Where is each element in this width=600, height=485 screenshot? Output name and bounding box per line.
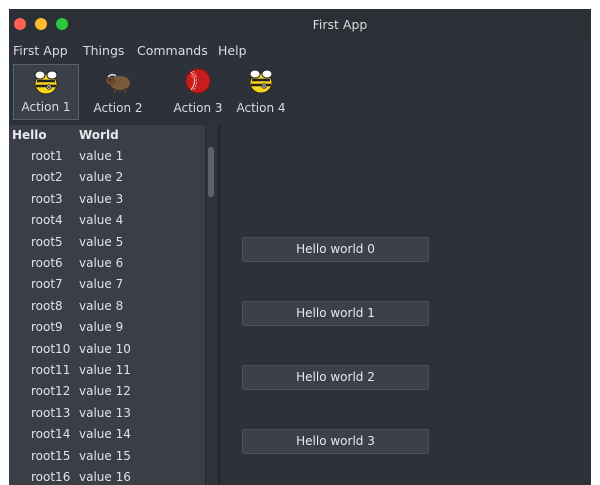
- tree-row[interactable]: root12 value 12: [9, 380, 206, 401]
- tree-row-value: value 10: [79, 341, 131, 356]
- tree-row-name: root13: [31, 405, 71, 420]
- column-header-world[interactable]: World: [79, 128, 119, 142]
- tree-row[interactable]: root15 value 15: [9, 445, 206, 466]
- tree-row[interactable]: root14 value 14: [9, 423, 206, 444]
- title-bar: First App: [9, 9, 591, 40]
- tree-row[interactable]: root13 value 13: [9, 402, 206, 423]
- tree-row-name: root10: [31, 341, 71, 356]
- action-2-label: Action 2: [93, 101, 143, 115]
- tree-row-name: root14: [31, 427, 71, 442]
- action-4-label: Action 4: [236, 101, 286, 115]
- tree-row-value: value 14: [79, 427, 131, 442]
- tree-row-value: value 5: [79, 234, 124, 249]
- splitter-handle[interactable]: [218, 125, 220, 485]
- tree-row[interactable]: root16 value 16: [9, 466, 206, 485]
- hello-world-2-button[interactable]: Hello world 2: [242, 365, 429, 390]
- tree-row-value: value 4: [79, 213, 124, 228]
- tree-row-name: root9: [31, 320, 63, 335]
- tree-row[interactable]: root8 value 8: [9, 295, 206, 316]
- tree-row[interactable]: root1 value 1: [9, 145, 206, 166]
- tree-row-value: value 2: [79, 170, 124, 185]
- tree-row-value: value 1: [79, 149, 124, 163]
- column-header-hello[interactable]: Hello: [12, 128, 47, 142]
- tree-row-value: value 16: [79, 470, 131, 484]
- tree-row[interactable]: root4 value 4: [9, 209, 206, 230]
- tree-row[interactable]: root9 value 9: [9, 316, 206, 337]
- app-window: First App First App Things Commands Help…: [9, 9, 591, 485]
- tree-row[interactable]: root10 value 10: [9, 338, 206, 359]
- tree-row[interactable]: root7 value 7: [9, 273, 206, 294]
- cricket-ball-icon: [185, 68, 211, 94]
- tree-row-value: value 9: [79, 320, 124, 335]
- yak-icon: [106, 73, 130, 93]
- bee-icon: [34, 70, 58, 95]
- tree-row-name: root7: [31, 277, 63, 292]
- action-1-button[interactable]: Action 1: [13, 64, 79, 120]
- tree-row-name: root1: [31, 149, 63, 163]
- action-3-button[interactable]: Action 3: [165, 64, 231, 120]
- tree-header: Hello World: [9, 125, 206, 145]
- menu-commands[interactable]: Commands: [137, 43, 208, 58]
- tree-row-name: root5: [31, 234, 63, 249]
- menu-help[interactable]: Help: [218, 43, 247, 58]
- tree-row-value: value 13: [79, 405, 131, 420]
- scrollbar-thumb[interactable]: [208, 147, 214, 197]
- tree-scrollbar[interactable]: [206, 125, 217, 485]
- tree-row[interactable]: root2 value 2: [9, 166, 206, 187]
- tree-row-name: root12: [31, 384, 71, 399]
- hello-world-0-button[interactable]: Hello world 0: [242, 237, 429, 262]
- tree-row-value: value 8: [79, 298, 124, 313]
- tree-row-name: root11: [31, 363, 71, 377]
- window-title: First App: [312, 17, 368, 32]
- action-3-label: Action 3: [173, 101, 223, 115]
- hello-world-3-button[interactable]: Hello world 3: [242, 429, 429, 454]
- action-1-label: Action 1: [21, 100, 71, 114]
- tree-row-value: value 12: [79, 384, 131, 399]
- tree-row-value: value 15: [79, 448, 131, 463]
- action-2-button[interactable]: Action 2: [85, 64, 151, 120]
- tree-row-name: root2: [31, 170, 63, 185]
- tree-row-name: root6: [31, 256, 63, 270]
- tree-view[interactable]: Hello World root1 value 1 root2 value 2 root…: [9, 125, 206, 485]
- tree-row[interactable]: root6 value 6: [9, 252, 206, 273]
- bee-icon: [249, 69, 273, 94]
- tree-row-name: root16: [31, 470, 71, 484]
- tree-row-value: value 3: [79, 191, 124, 206]
- tree-row-value: value 7: [79, 277, 124, 292]
- tree-row[interactable]: root5 value 5: [9, 231, 206, 252]
- toolbar: Action 1 Action 2 Action 3 Action 4: [9, 62, 591, 128]
- tree-row[interactable]: root11 value 11: [9, 359, 206, 380]
- tree-row-name: root4: [31, 213, 63, 228]
- menu-things[interactable]: Things: [83, 43, 124, 58]
- tree-row-name: root15: [31, 448, 71, 463]
- tree-row-value: value 6: [79, 256, 124, 270]
- tree-row-value: value 11: [79, 363, 131, 377]
- action-4-button[interactable]: Action 4: [228, 64, 294, 120]
- tree-row-name: root8: [31, 298, 63, 313]
- menu-bar: First App Things Commands Help: [9, 40, 591, 62]
- menu-first-app[interactable]: First App: [13, 43, 68, 58]
- tree-row-name: root3: [31, 191, 63, 206]
- hello-world-1-button[interactable]: Hello world 1: [242, 301, 429, 326]
- tree-row[interactable]: root3 value 3: [9, 188, 206, 209]
